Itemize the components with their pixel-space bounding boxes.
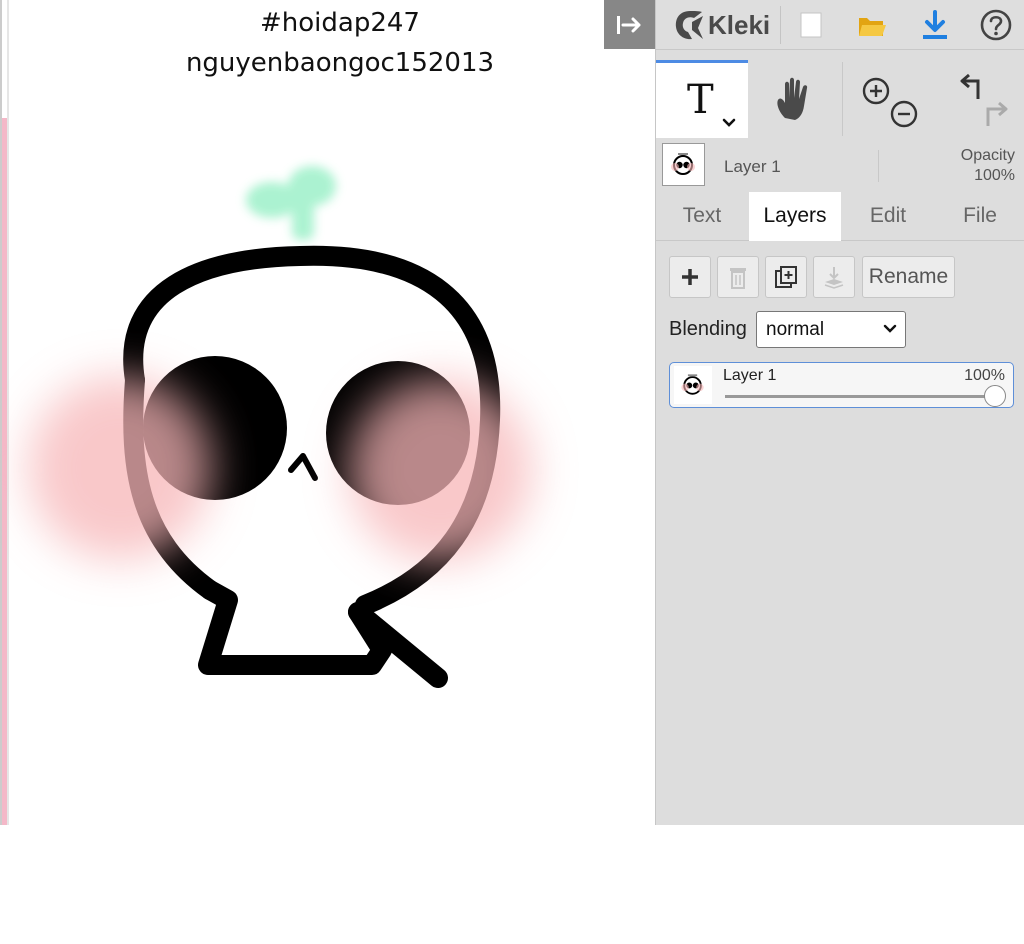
layer-list-item[interactable]: Layer 1 100%	[669, 362, 1014, 408]
top-bar: Kleki	[656, 0, 1024, 50]
current-layer-thumbnail	[662, 143, 705, 186]
current-layer-name: Layer 1	[724, 157, 781, 176]
nose	[288, 453, 318, 481]
blending-value: normal	[766, 319, 825, 340]
kleki-logo-icon	[675, 11, 703, 40]
duplicate-layer-button[interactable]	[765, 256, 807, 298]
collapse-panel-icon	[616, 15, 640, 34]
delete-layer-button[interactable]	[717, 256, 759, 298]
add-layer-icon	[682, 269, 698, 285]
drawing-canvas[interactable]: #hoidap247 nguyenbaongoc152013	[0, 0, 655, 825]
collapse-panel-button[interactable]	[604, 0, 655, 49]
tab-text[interactable]: Text	[656, 192, 748, 240]
download-icon	[923, 10, 947, 39]
svg-text:T: T	[687, 77, 714, 123]
open-folder-icon	[859, 18, 886, 36]
panel-tabs: Text Layers Edit File	[656, 192, 1024, 241]
skull-doodle-drawing	[28, 166, 532, 688]
sprout-leaf	[246, 166, 336, 240]
open-file-button[interactable]	[855, 8, 889, 42]
tab-file[interactable]: File	[935, 192, 1024, 240]
tool-divider	[842, 62, 843, 136]
undo-icon[interactable]	[960, 73, 980, 99]
text-tool-button[interactable]: T	[656, 60, 748, 138]
zoom-buttons	[846, 60, 928, 138]
merge-down-icon	[824, 267, 844, 289]
merge-down-button[interactable]	[813, 256, 855, 298]
toolbar-divider	[780, 6, 781, 44]
blending-label: Blending	[669, 318, 747, 340]
help-icon	[980, 9, 1012, 41]
tab-edit[interactable]: Edit	[842, 192, 934, 240]
rename-layer-button[interactable]: Rename	[862, 256, 955, 298]
layer-opacity-slider[interactable]	[725, 395, 995, 398]
blending-select[interactable]: normal	[756, 311, 906, 348]
download-button[interactable]	[918, 8, 952, 42]
current-layer-strip[interactable]: Layer 1 Opacity 100%	[656, 140, 1024, 192]
hand-tool-button[interactable]	[748, 60, 842, 138]
current-layer-opacity: Opacity 100%	[961, 146, 1015, 186]
layer-opacity: 100%	[964, 367, 1005, 384]
tab-layers[interactable]: Layers	[749, 192, 841, 241]
text-tool-icon: T	[687, 77, 736, 127]
zoom-in-icon[interactable]	[862, 77, 890, 105]
hand-tool-icon	[777, 77, 808, 120]
opacity-value: 100%	[974, 167, 1015, 184]
layer-thumbnail	[674, 366, 712, 404]
strip-divider	[878, 150, 879, 182]
delete-layer-icon	[730, 268, 746, 289]
add-layer-button[interactable]	[669, 256, 711, 298]
redo-icon[interactable]	[986, 101, 1008, 126]
tool-row: T	[656, 60, 1024, 140]
zoom-out-icon[interactable]	[890, 100, 918, 128]
left-blush	[28, 376, 212, 560]
new-file-button[interactable]	[794, 8, 828, 42]
layer-opacity-slider-handle[interactable]	[984, 385, 1006, 407]
right-blush	[348, 378, 532, 562]
tool-panel: Kleki T Layer 1 Opacity 100% Text Layers…	[655, 0, 1024, 825]
new-file-icon	[800, 12, 822, 38]
chevron-down-icon	[883, 324, 897, 333]
help-button[interactable]	[979, 8, 1013, 42]
app-name: Kleki	[708, 9, 771, 40]
opacity-label: Opacity	[960, 147, 1015, 164]
kleki-logo[interactable]: Kleki	[672, 7, 770, 43]
layer-name: Layer 1	[723, 367, 777, 384]
duplicate-layer-icon	[775, 266, 797, 288]
undo-redo-buttons	[941, 60, 1024, 138]
